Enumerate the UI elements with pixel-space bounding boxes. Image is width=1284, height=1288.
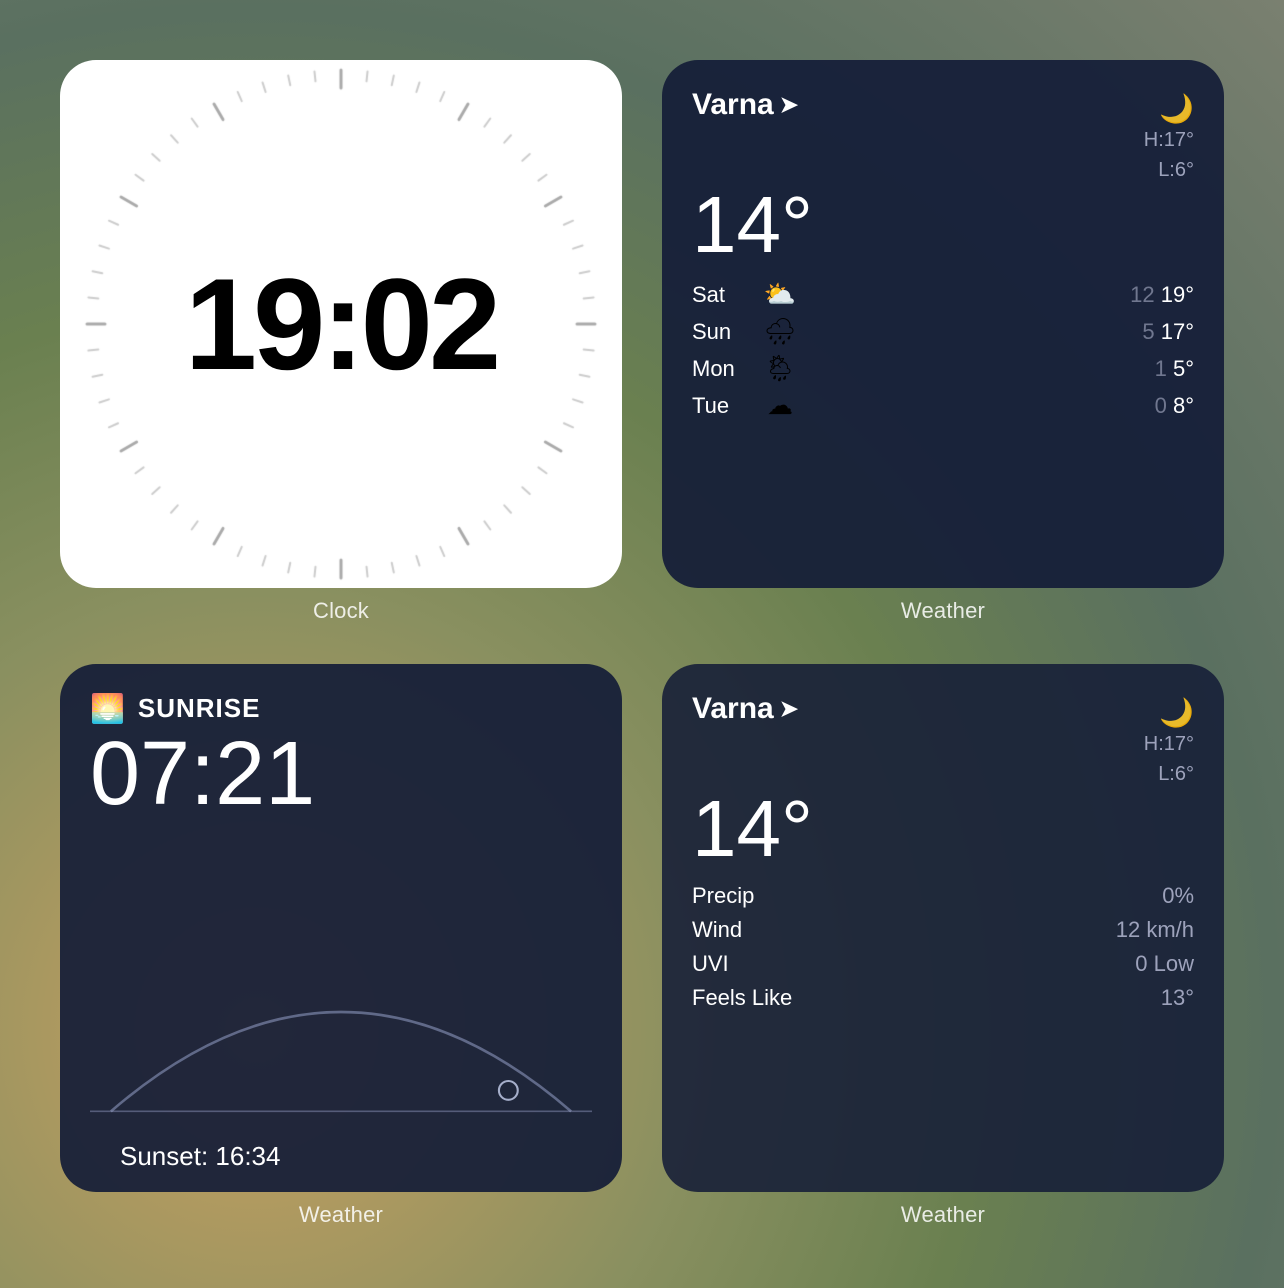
forecast-icon-mon: 🌦 <box>762 353 798 384</box>
forecast-temps-tue: 0 8° <box>1155 393 1194 419</box>
detail-value-precip: 0% <box>1162 883 1194 909</box>
forecast-row-tue: Tue ☁ 0 8° <box>692 390 1194 421</box>
weather2-city-name: Varna <box>692 692 774 726</box>
forecast-day-sun: Sun <box>692 319 752 345</box>
moon-icon-2: 🌙 <box>1159 696 1194 729</box>
location-arrow-icon: ➤ <box>780 92 798 118</box>
weather2-hl: H:17° L:6° <box>1144 729 1194 789</box>
clock-widget: 19:02 <box>60 60 622 588</box>
forecast-day-tue: Tue <box>692 393 752 419</box>
forecast-day-mon: Mon <box>692 356 752 382</box>
sunset-text: Sunset: 16:34 <box>120 1141 280 1171</box>
moon-icon: 🌙 <box>1159 92 1194 125</box>
forecast-temps-mon: 1 5° <box>1155 356 1194 382</box>
weather1-header: Varna ➤ 🌙 H:17° L:6° <box>692 88 1194 185</box>
sunrise-arc-container: Sunset: 16:34 <box>90 819 592 1192</box>
detail-row-uvi: UVI 0 Low <box>692 951 1194 977</box>
clock-time: 19:02 <box>185 249 498 399</box>
forecast-icon-sat: ⛅ <box>762 279 798 310</box>
sunrise-widget: 🌅 SUNRISE 07:21 Sunset: 16:34 <box>60 664 622 1192</box>
forecast-row-mon: Mon 🌦 1 5° <box>692 353 1194 384</box>
location-arrow-icon-2: ➤ <box>780 696 798 722</box>
weather1-low: L:6° <box>1158 159 1194 181</box>
weather1-city-name: Varna <box>692 88 774 122</box>
forecast-temps-sun: 5 17° <box>1142 319 1194 345</box>
forecast-row-sat: Sat ⛅ 12 19° <box>692 279 1194 310</box>
detail-label-feels: Feels Like <box>692 985 792 1011</box>
forecast-temps-sat: 12 19° <box>1130 282 1194 308</box>
app-grid: 19:02 Clock Varna ➤ 🌙 H:17° L:6° 14° <box>0 0 1284 1288</box>
weather2-city: Varna ➤ <box>692 692 798 726</box>
weather2-header: Varna ➤ 🌙 H:17° L:6° <box>692 692 1194 789</box>
weather2-details: Precip 0% Wind 12 km/h UVI 0 Low Feels L… <box>692 883 1194 1011</box>
sunrise-widget-label: Weather <box>299 1202 383 1228</box>
clock-label: Clock <box>313 598 369 624</box>
weather2-widget: Varna ➤ 🌙 H:17° L:6° 14° Precip 0% <box>662 664 1224 1192</box>
detail-row-feels: Feels Like 13° <box>692 985 1194 1011</box>
forecast-icon-sun: 🌧 <box>762 316 798 347</box>
weather1-label: Weather <box>901 598 985 624</box>
weather2-low: L:6° <box>1158 763 1194 785</box>
detail-value-feels: 13° <box>1161 985 1194 1011</box>
weather1-hl: H:17° L:6° <box>1144 125 1194 185</box>
weather1-forecast: Sat ⛅ 12 19° Sun 🌧 5 17° Mon 🌦 1 5° <box>692 279 1194 421</box>
detail-value-wind: 12 km/h <box>1116 917 1194 943</box>
sunset-label: Sunset: 16:34 <box>90 1141 592 1172</box>
sunrise-header-label: SUNRISE <box>138 693 261 724</box>
detail-row-wind: Wind 12 km/h <box>692 917 1194 943</box>
weather2-temp: 14° <box>692 789 1194 869</box>
detail-label-wind: Wind <box>692 917 742 943</box>
sunrise-arc-svg <box>90 944 592 1132</box>
weather2-top-right: 🌙 H:17° L:6° <box>1144 692 1194 789</box>
weather2-label: Weather <box>901 1202 985 1228</box>
weather2-high: H:17° <box>1144 733 1194 755</box>
weather1-widget: Varna ➤ 🌙 H:17° L:6° 14° Sat ⛅ 12 19° <box>662 60 1224 588</box>
detail-label-precip: Precip <box>692 883 754 909</box>
weather2-widget-wrap: Varna ➤ 🌙 H:17° L:6° 14° Precip 0% <box>662 664 1224 1228</box>
weather1-city: Varna ➤ <box>692 88 798 122</box>
forecast-icon-tue: ☁ <box>762 390 798 421</box>
sunrise-time: 07:21 <box>90 729 592 819</box>
clock-widget-wrap: 19:02 Clock <box>60 60 622 624</box>
weather1-temp: 14° <box>692 185 1194 265</box>
sunrise-widget-wrap: 🌅 SUNRISE 07:21 Sunset: 16:34 Weather <box>60 664 622 1228</box>
detail-value-uvi: 0 Low <box>1135 951 1194 977</box>
sunrise-icon: 🌅 <box>90 692 126 725</box>
forecast-row-sun: Sun 🌧 5 17° <box>692 316 1194 347</box>
detail-label-uvi: UVI <box>692 951 729 977</box>
weather1-widget-wrap: Varna ➤ 🌙 H:17° L:6° 14° Sat ⛅ 12 19° <box>662 60 1224 624</box>
weather1-top-right: 🌙 H:17° L:6° <box>1144 88 1194 185</box>
weather1-high: H:17° <box>1144 129 1194 151</box>
sunrise-header: 🌅 SUNRISE <box>90 692 592 725</box>
forecast-day-sat: Sat <box>692 282 752 308</box>
detail-row-precip: Precip 0% <box>692 883 1194 909</box>
